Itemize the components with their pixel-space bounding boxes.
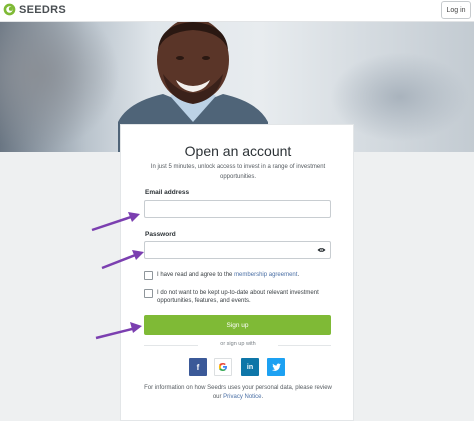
twitter-button[interactable] bbox=[267, 358, 285, 376]
sign-up-button[interactable]: Sign up bbox=[144, 315, 331, 335]
annotation-arrow-signup bbox=[95, 322, 142, 340]
show-password-eye-icon[interactable] bbox=[317, 247, 326, 253]
optout-text: I do not want to be kept up-to-date abou… bbox=[157, 290, 319, 304]
privacy-text: For information on how Seedrs uses your … bbox=[144, 385, 332, 400]
top-bar: SEEDRS Log in bbox=[0, 0, 474, 22]
seedrs-logo[interactable]: SEEDRS bbox=[3, 3, 66, 16]
signup-card: Open an account In just 5 minutes, unloc… bbox=[120, 124, 354, 421]
agree-row: I have read and agree to the membership … bbox=[144, 271, 327, 280]
twitter-icon bbox=[271, 363, 281, 371]
seedrs-logo-icon bbox=[3, 3, 16, 16]
agree-checkbox[interactable] bbox=[144, 271, 153, 280]
optout-row: I do not want to be kept up-to-date abou… bbox=[144, 289, 327, 305]
password-label: Password bbox=[145, 231, 176, 238]
brand-name: SEEDRS bbox=[19, 3, 67, 16]
optout-checkbox[interactable] bbox=[144, 289, 153, 298]
linkedin-button[interactable]: in bbox=[241, 358, 259, 376]
privacy-notice-link[interactable]: Privacy Notice bbox=[223, 394, 261, 400]
page-title: Open an account bbox=[184, 143, 292, 159]
facebook-button[interactable]: f bbox=[189, 358, 207, 376]
email-label: Email address bbox=[145, 189, 190, 196]
or-sign-up-with-text: or sign up with bbox=[198, 341, 278, 347]
password-field[interactable] bbox=[144, 241, 331, 259]
membership-agreement-link[interactable]: membership agreement bbox=[234, 272, 297, 278]
login-button[interactable]: Log in bbox=[441, 1, 471, 19]
email-field[interactable] bbox=[144, 200, 331, 218]
annotation-arrow-password bbox=[101, 250, 144, 270]
annotation-arrow-email bbox=[91, 212, 140, 232]
page-subtitle: In just 5 minutes, unlock access to inve… bbox=[150, 164, 326, 180]
google-button[interactable] bbox=[214, 358, 232, 376]
agree-text: I have read and agree to the membership … bbox=[157, 272, 300, 278]
google-icon bbox=[218, 363, 227, 371]
